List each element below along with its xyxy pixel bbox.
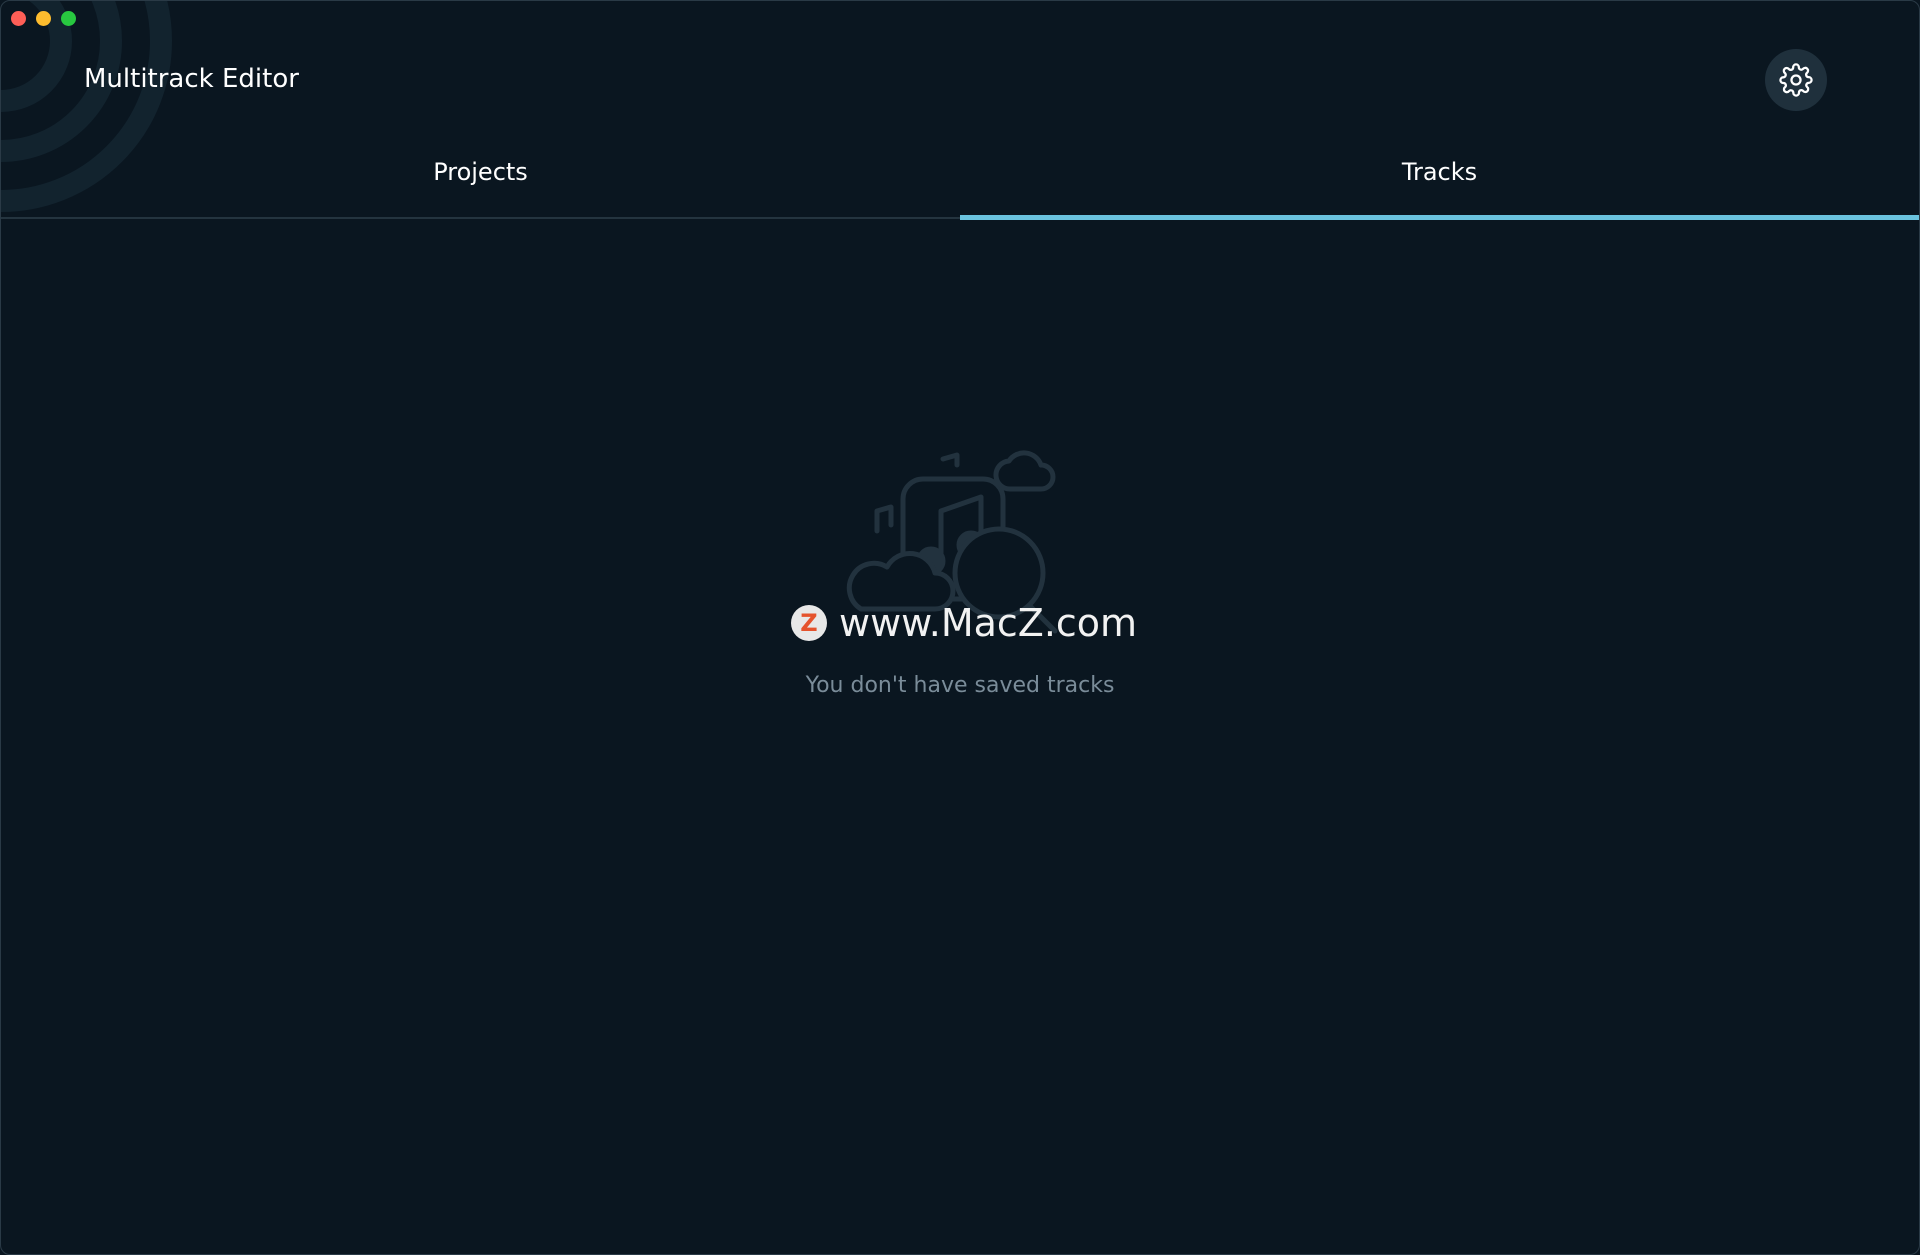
watermark-logo: Z — [791, 605, 827, 641]
tab-bar: Projects Tracks — [1, 141, 1919, 220]
empty-state-message: You don't have saved tracks — [805, 673, 1115, 698]
close-window-button[interactable] — [11, 11, 26, 26]
maximize-window-button[interactable] — [61, 11, 76, 26]
watermark-text: www.MacZ.com — [839, 601, 1138, 645]
settings-button[interactable] — [1765, 49, 1827, 111]
app-title: Multitrack Editor — [84, 64, 299, 94]
gear-icon — [1779, 63, 1813, 97]
watermark: Z www.MacZ.com — [791, 601, 1137, 645]
tab-tracks[interactable]: Tracks — [960, 141, 1919, 220]
tab-projects[interactable]: Projects — [1, 141, 960, 217]
tab-tracks-label: Tracks — [1401, 158, 1478, 186]
window-controls — [11, 11, 76, 26]
tab-projects-label: Projects — [433, 158, 528, 186]
minimize-window-button[interactable] — [36, 11, 51, 26]
app-window: Multitrack Editor Projects Tracks Z www.… — [0, 0, 1920, 1255]
